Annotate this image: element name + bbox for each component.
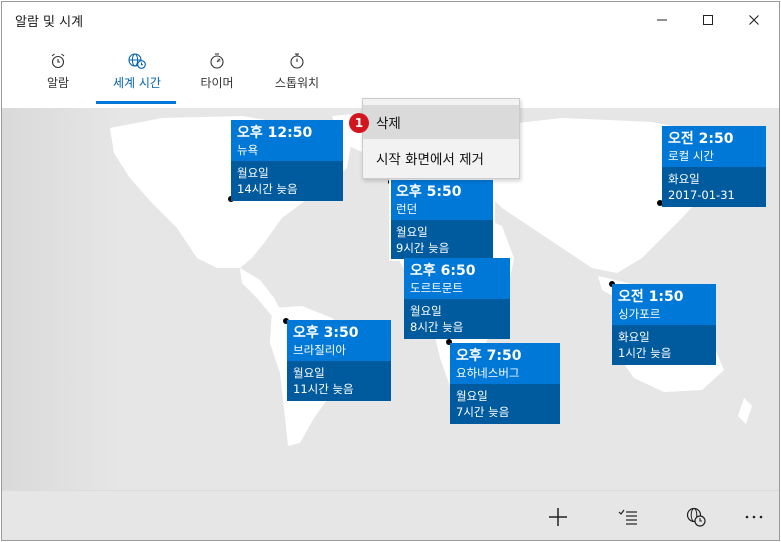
- timer-icon: [208, 50, 226, 72]
- card-time: 오후 5:50: [396, 184, 462, 200]
- clock-card-brasilia[interactable]: 오후 3:50 브라질리아 월요일 11시간 늦음: [287, 320, 391, 401]
- card-city: 요하네스버그: [456, 366, 520, 380]
- card-time: 오후 6:50: [410, 263, 476, 279]
- card-day: 화요일: [668, 172, 700, 186]
- step-badge: 1: [349, 113, 369, 133]
- tab-timer[interactable]: 타이머: [195, 50, 239, 106]
- card-day: 월요일: [237, 166, 269, 180]
- compare-time-button[interactable]: [676, 499, 716, 535]
- world-clock-icon: [127, 50, 147, 72]
- app-window: 알람 및 시계 알람 세계 시간 타이머 스톱워치 오후 12:50 뉴욕 월요…: [1, 1, 780, 541]
- maximize-icon: [703, 15, 713, 25]
- window-title: 알람 및 시계: [15, 15, 84, 30]
- card-city: 뉴욕: [237, 143, 259, 157]
- tab-timer-label: 타이머: [200, 76, 234, 90]
- tab-alarm-label: 알람: [46, 76, 70, 90]
- card-header: 오후 7:50 요하네스버그: [450, 343, 560, 384]
- card-day: 월요일: [410, 304, 442, 318]
- card-time: 오후 3:50: [293, 325, 359, 341]
- card-city: 런던: [396, 202, 418, 216]
- card-city: 도르트문트: [410, 281, 463, 295]
- card-diff: 8시간 늦음: [410, 320, 464, 334]
- card-header: 오후 3:50 브라질리아: [287, 320, 391, 361]
- card-diff: 11시간 늦음: [293, 382, 354, 396]
- card-diff: 7시간 늦음: [456, 405, 510, 419]
- card-city: 로컬 시간: [668, 149, 714, 163]
- card-details: 월요일 14시간 늦음: [231, 161, 343, 201]
- card-header: 오후 12:50 뉴욕: [231, 120, 343, 161]
- tab-stopwatch-label: 스톱워치: [274, 76, 320, 90]
- tab-world-clock[interactable]: 세계 시간: [104, 50, 170, 106]
- select-button[interactable]: [608, 499, 648, 535]
- maximize-button[interactable]: [685, 2, 731, 38]
- bottom-app-bar: [2, 490, 779, 540]
- card-day: 화요일: [618, 330, 650, 344]
- compare-time-icon: [686, 507, 706, 527]
- clock-card-singapore[interactable]: 오전 1:50 싱가포르 화요일 1시간 늦음: [612, 284, 716, 365]
- menu-item-delete-label: 삭제: [376, 116, 401, 132]
- card-header: 오후 6:50 도르트문트: [404, 258, 510, 299]
- card-details: 월요일 11시간 늦음: [287, 361, 391, 401]
- close-button[interactable]: [731, 2, 777, 38]
- active-tab-indicator: [96, 101, 176, 104]
- card-time: 오후 7:50: [456, 348, 522, 364]
- tab-world-clock-label: 세계 시간: [113, 76, 161, 90]
- card-details: 월요일 7시간 늦음: [450, 384, 560, 424]
- card-details: 화요일 2017-01-31: [662, 167, 766, 207]
- card-diff: 1시간 늦음: [618, 346, 672, 360]
- card-day: 월요일: [456, 389, 488, 403]
- card-city: 싱가포르: [618, 307, 661, 321]
- clock-card-london[interactable]: 오후 5:50 런던 월요일 9시간 늦음: [389, 178, 495, 261]
- alarm-clock-icon: [49, 50, 67, 72]
- card-city: 브라질리아: [293, 343, 346, 357]
- card-day: 월요일: [293, 366, 325, 380]
- menu-item-unpin-label: 시작 화면에서 제거: [376, 152, 484, 168]
- card-diff: 9시간 늦음: [396, 241, 450, 255]
- card-header: 오전 1:50 싱가포르: [612, 284, 716, 325]
- minimize-icon: [657, 19, 667, 21]
- clock-card-local-time[interactable]: 오전 2:50 로컬 시간 화요일 2017-01-31: [662, 126, 766, 207]
- minimize-button[interactable]: [639, 2, 685, 38]
- card-time: 오전 2:50: [668, 131, 734, 147]
- more-icon: [745, 515, 763, 519]
- card-diff: 14시간 늦음: [237, 182, 298, 196]
- select-list-icon: [618, 509, 637, 525]
- add-icon: [549, 508, 567, 526]
- card-details: 월요일 8시간 늦음: [404, 299, 510, 339]
- card-time: 오전 1:50: [618, 289, 684, 305]
- card-diff: 2017-01-31: [668, 188, 735, 202]
- clock-card-johannesburg[interactable]: 오후 7:50 요하네스버그 월요일 7시간 늦음: [450, 343, 560, 424]
- card-header: 오후 5:50 런던: [390, 179, 494, 220]
- menu-item-delete[interactable]: 삭제: [363, 105, 519, 139]
- tab-stopwatch[interactable]: 스톱워치: [269, 50, 325, 106]
- card-details: 월요일 9시간 늦음: [390, 220, 494, 260]
- card-details: 화요일 1시간 늦음: [612, 325, 716, 365]
- menu-item-unpin-from-start[interactable]: 시작 화면에서 제거: [363, 141, 519, 175]
- card-day: 월요일: [396, 225, 428, 239]
- clock-card-new-york[interactable]: 오후 12:50 뉴욕 월요일 14시간 늦음: [231, 120, 343, 201]
- clock-card-dortmund[interactable]: 오후 6:50 도르트문트 월요일 8시간 늦음: [404, 258, 510, 339]
- more-button[interactable]: [734, 499, 774, 535]
- card-time: 오후 12:50: [237, 125, 313, 141]
- tab-alarm[interactable]: 알람: [38, 50, 78, 106]
- context-menu: 삭제 시작 화면에서 제거: [362, 98, 520, 179]
- close-icon: [749, 15, 759, 25]
- add-city-button[interactable]: [538, 499, 578, 535]
- stopwatch-icon: [288, 50, 306, 72]
- card-header: 오전 2:50 로컬 시간: [662, 126, 766, 167]
- title-bar: 알람 및 시계: [2, 2, 779, 40]
